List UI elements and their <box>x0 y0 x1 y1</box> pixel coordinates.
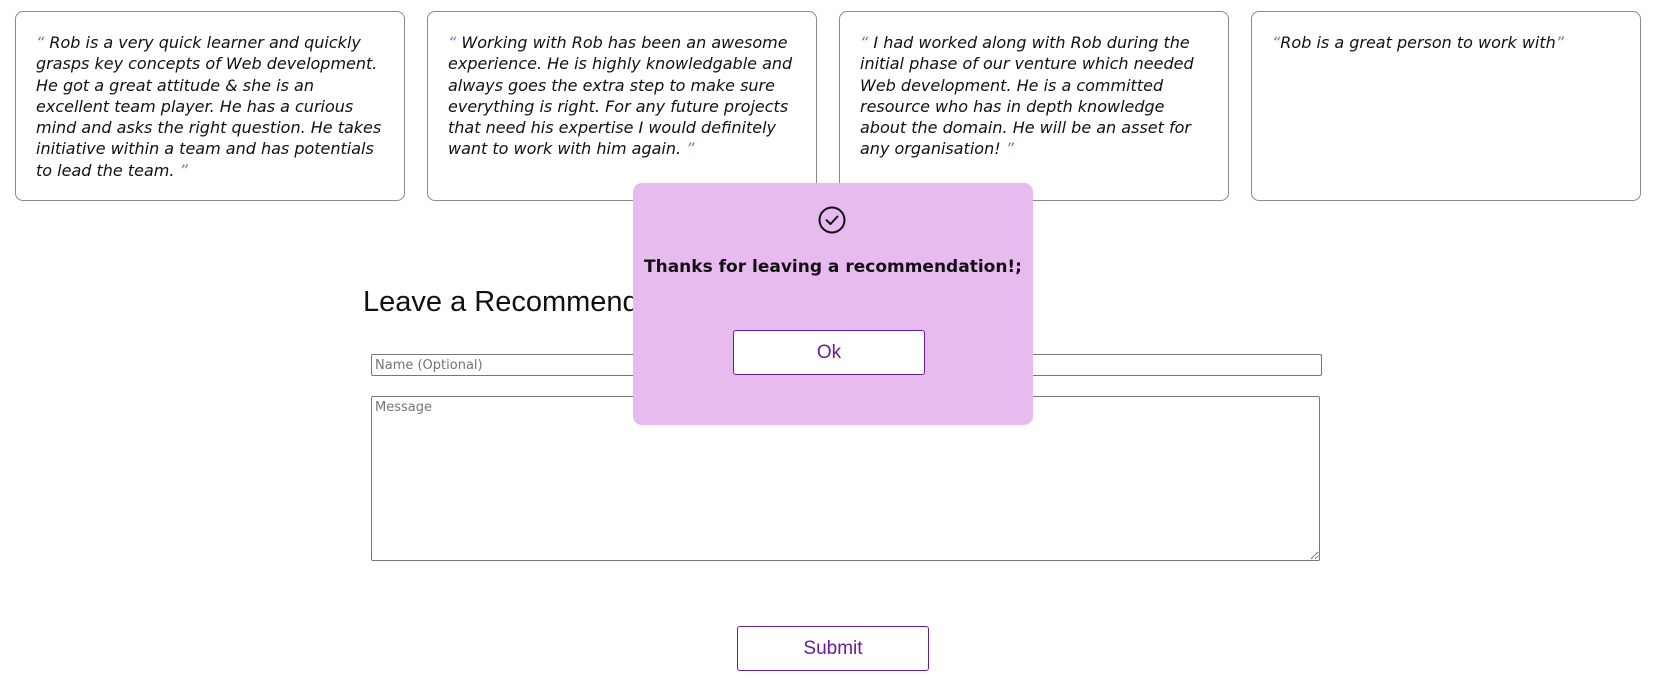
submit-button[interactable]: Submit <box>737 626 929 671</box>
recommendation-card: “ Rob is a very quick learner and quickl… <box>15 11 405 201</box>
modal-message: Thanks for leaving a recommendation!; <box>644 257 1022 277</box>
recommendations-list: “ Rob is a very quick learner and quickl… <box>15 11 1645 203</box>
recommendation-card: “ Working with Rob has been an awesome e… <box>427 11 817 201</box>
recommendation-text: Rob is a great person to work with <box>1280 33 1556 52</box>
recommendation-card: “ I had worked along with Rob during the… <box>839 11 1229 201</box>
close-quote-mark: ” <box>179 160 188 180</box>
close-quote-mark: ” <box>686 139 695 159</box>
recommendation-text: Working with Rob has been an awesome exp… <box>448 33 793 159</box>
check-circle-icon <box>818 206 846 234</box>
ok-button[interactable]: Ok <box>733 330 925 375</box>
close-quote-mark: ” <box>1005 139 1014 159</box>
confirmation-modal: Thanks for leaving a recommendation!; Ok <box>633 183 1033 425</box>
close-quote-mark: ” <box>1555 33 1565 52</box>
recommendation-text: Rob is a very quick learner and quickly … <box>36 33 382 180</box>
recommendation-card: “Rob is a great person to work with” <box>1251 11 1641 201</box>
recommendation-text: I had worked along with Rob during the i… <box>860 33 1194 159</box>
